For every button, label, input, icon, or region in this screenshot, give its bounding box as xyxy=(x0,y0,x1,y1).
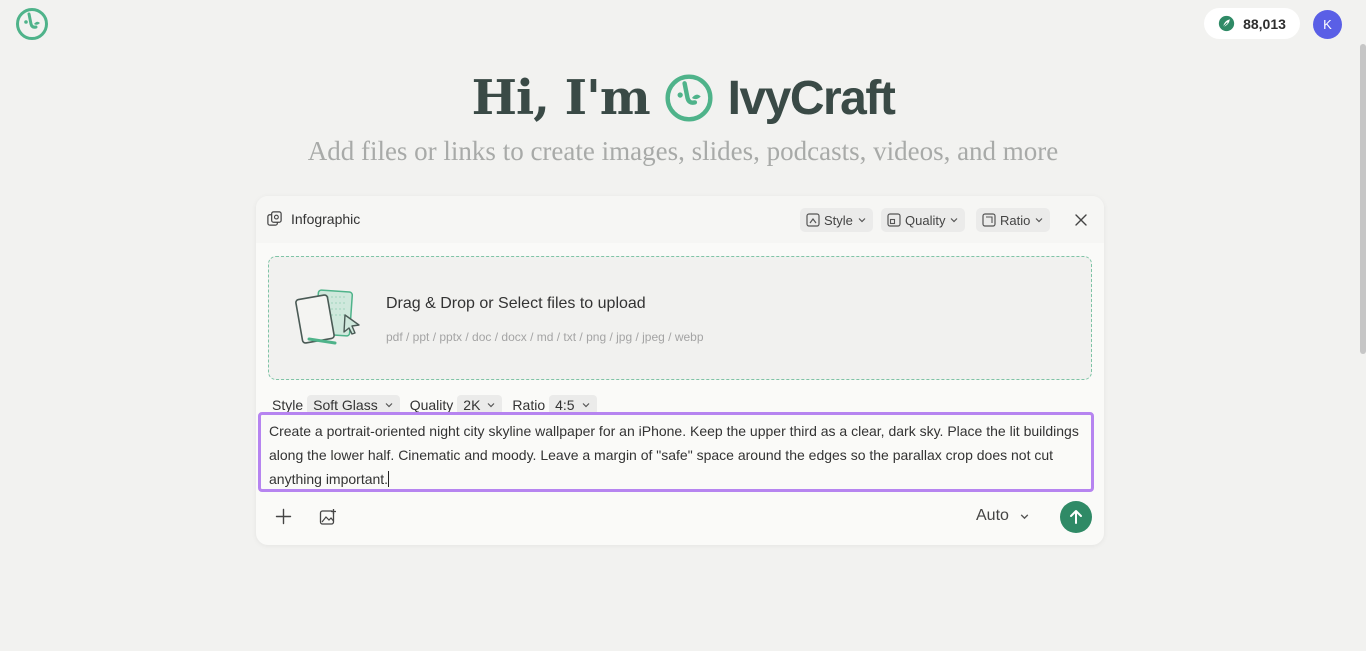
style-setting-label: Style xyxy=(272,397,304,413)
leaf-icon xyxy=(1218,15,1235,32)
credits-badge[interactable]: 88,013 xyxy=(1204,8,1300,39)
ratio-icon xyxy=(982,213,996,227)
hero-title: Hi, I'm IvyCraft xyxy=(0,66,1366,130)
hero-greeting: Hi, I'm xyxy=(471,70,651,126)
send-button[interactable] xyxy=(1060,501,1092,533)
user-avatar[interactable]: K xyxy=(1313,10,1342,39)
dropzone-formats: pdf / ppt / pptx / doc / docx / md / txt… xyxy=(386,330,704,344)
composer-card: Infographic Style Quality Ratio Drag & D… xyxy=(256,196,1104,545)
ivycraft-logo-icon xyxy=(665,74,713,122)
add-attachment-icon[interactable] xyxy=(275,508,292,525)
style-dropdown[interactable]: Style xyxy=(800,208,873,232)
text-caret xyxy=(388,471,390,487)
file-dropzone[interactable]: Drag & Drop or Select files to upload pd… xyxy=(268,256,1092,380)
chevron-down-icon xyxy=(1020,513,1029,519)
chevron-down-icon xyxy=(951,218,958,223)
ivycraft-logo-icon[interactable] xyxy=(15,7,49,41)
quality-setting-label: Quality xyxy=(409,397,454,413)
composer-header: Infographic Style Quality Ratio xyxy=(256,196,1104,243)
mode-indicator[interactable]: Infographic xyxy=(266,210,360,227)
credits-count: 88,013 xyxy=(1243,15,1286,32)
quality-icon xyxy=(887,213,901,227)
chevron-down-icon xyxy=(487,403,495,408)
chevron-down-icon xyxy=(385,403,393,408)
model-select[interactable]: Auto xyxy=(976,507,1030,525)
ratio-setting-value: 4:5 xyxy=(555,397,575,413)
dropzone-title: Drag & Drop or Select files to upload xyxy=(386,295,646,312)
ratio-dropdown[interactable]: Ratio xyxy=(976,208,1051,232)
style-icon xyxy=(806,213,820,227)
style-dropdown-label: Style xyxy=(824,212,853,228)
quality-setting-value: 2K xyxy=(463,397,481,413)
prompt-input[interactable]: Create a portrait-oriented night city sk… xyxy=(258,412,1094,492)
ratio-dropdown-label: Ratio xyxy=(1000,212,1031,228)
upload-files-icon xyxy=(295,289,360,345)
mode-label: Infographic xyxy=(291,210,361,227)
hero-subtitle: Add files or links to create images, sli… xyxy=(307,136,1059,166)
quality-dropdown[interactable]: Quality xyxy=(881,208,966,232)
chevron-down-icon xyxy=(1035,218,1043,223)
quality-dropdown-label: Quality xyxy=(905,212,946,228)
chevron-down-icon xyxy=(582,403,590,408)
model-select-value: Auto xyxy=(976,507,1009,524)
hero-brand-name: IvyCraft xyxy=(727,71,896,125)
style-setting-value: Soft Glass xyxy=(313,397,378,413)
add-image-icon[interactable] xyxy=(319,508,337,526)
close-icon[interactable] xyxy=(1073,212,1089,228)
prompt-text: Create a portrait-oriented night city sk… xyxy=(269,423,1079,487)
chevron-down-icon xyxy=(858,218,866,223)
arrow-up-icon xyxy=(1070,510,1082,524)
ratio-setting-label: Ratio xyxy=(512,397,546,413)
infographic-icon xyxy=(267,211,282,226)
